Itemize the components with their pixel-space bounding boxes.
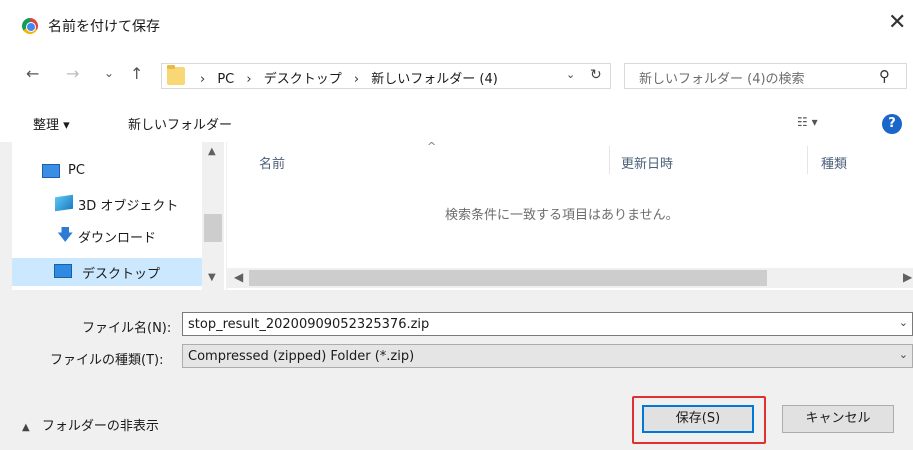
download-icon: 🡇: [57, 225, 74, 244]
scroll-down-icon[interactable]: ▼: [208, 272, 216, 283]
desktop-icon: [54, 264, 72, 278]
sidebar-item-label: PC: [68, 163, 85, 178]
search-icon[interactable]: ⚲: [879, 67, 890, 85]
sidebar-item-downloads[interactable]: 🡇 ダウンロード: [12, 222, 202, 250]
chevron-down-icon[interactable]: ⌄: [899, 348, 908, 361]
address-bar[interactable]: › PC › デスクトップ › 新しいフォルダー (4) ⌄ ↻: [161, 63, 611, 89]
sidebar-item-desktop[interactable]: デスクトップ: [12, 258, 212, 286]
computer-icon: [42, 164, 60, 178]
chevron-down-icon[interactable]: ⌄: [899, 316, 908, 329]
close-icon[interactable]: ✕: [888, 12, 906, 34]
scrollbar-thumb[interactable]: [249, 270, 767, 286]
cube-3d-icon: [55, 194, 73, 212]
column-header-modified[interactable]: 更新日時: [621, 153, 673, 172]
empty-folder-message: 検索条件に一致する項目はありません。: [445, 208, 679, 223]
breadcrumb: › PC › デスクトップ › 新しいフォルダー (4): [192, 68, 498, 87]
up-arrow-icon[interactable]: ↑: [130, 64, 143, 83]
breadcrumb-new-folder[interactable]: 新しいフォルダー (4): [371, 72, 498, 87]
organize-menu-button[interactable]: 整理 ▾: [33, 114, 70, 133]
scrollbar-thumb[interactable]: [204, 214, 222, 242]
cancel-button[interactable]: キャンセル: [782, 405, 894, 433]
scroll-left-icon[interactable]: ◀: [234, 270, 243, 284]
column-header-type[interactable]: 種類: [821, 153, 847, 172]
recent-locations-icon[interactable]: ⌄: [104, 66, 114, 80]
breadcrumb-separator-icon: ›: [246, 72, 252, 87]
command-toolbar: 整理 ▾ 新しいフォルダー ☷ ▾ ?: [0, 106, 913, 142]
forward-arrow-icon[interactable]: →: [66, 64, 79, 83]
filename-label: ファイル名(N):: [82, 321, 172, 336]
folder-icon: [167, 65, 185, 85]
file-list-horizontal-scrollbar[interactable]: ◀ ▶: [227, 268, 913, 288]
hide-folders-toggle[interactable]: ▲ フォルダーの非表示: [22, 415, 159, 434]
sidebar-item-label: ダウンロード: [78, 231, 157, 246]
sidebar-item-label: デスクトップ: [82, 267, 161, 282]
chrome-app-icon: [22, 18, 38, 34]
chevron-up-icon: ▲: [22, 422, 30, 433]
column-header-name[interactable]: 名前: [259, 153, 285, 172]
filename-value: stop_result_20200909052325376.zip: [188, 317, 430, 332]
breadcrumb-pc[interactable]: PC: [217, 72, 234, 87]
back-arrow-icon[interactable]: ←: [26, 64, 39, 83]
navigation-pane-scrollbar[interactable]: ▲ ▼: [202, 142, 224, 290]
view-options-icon[interactable]: ☷ ▾: [797, 115, 818, 129]
search-placeholder: 新しいフォルダー (4)の検索: [639, 72, 805, 87]
sidebar-item-label: 3D オブジェクト: [78, 199, 179, 214]
scroll-up-icon[interactable]: ▲: [208, 146, 216, 157]
hide-folders-label: フォルダーの非表示: [41, 419, 159, 434]
save-button[interactable]: 保存(S): [642, 405, 754, 433]
sidebar-item-3d-objects[interactable]: 3D オブジェクト: [12, 190, 202, 218]
breadcrumb-desktop[interactable]: デスクトップ: [264, 72, 342, 87]
filetype-value: Compressed (zipped) Folder (*.zip): [188, 349, 415, 364]
column-divider[interactable]: [807, 146, 808, 174]
sort-ascending-icon: ^: [427, 140, 437, 153]
navigation-pane: PC 3D オブジェクト 🡇 ダウンロード デスクトップ: [12, 142, 226, 290]
new-folder-button[interactable]: 新しいフォルダー: [128, 114, 232, 133]
scroll-right-icon[interactable]: ▶: [903, 270, 912, 284]
column-divider[interactable]: [609, 146, 610, 174]
breadcrumb-separator-icon: ›: [200, 72, 206, 87]
help-icon[interactable]: ?: [882, 114, 902, 134]
navigation-bar: ← → ⌄ ↑ › PC › デスクトップ › 新しいフォルダー (4) ⌄ ↻…: [0, 44, 913, 106]
filetype-label: ファイルの種類(T):: [50, 353, 164, 368]
filename-field[interactable]: stop_result_20200909052325376.zip ⌄: [182, 312, 913, 336]
file-list-pane: ^ 名前 更新日時 種類 検索条件に一致する項目はありません。 ◀ ▶: [227, 140, 913, 290]
refresh-icon[interactable]: ↻: [590, 67, 602, 83]
breadcrumb-separator-icon: ›: [353, 72, 360, 87]
title-bar: 名前を付けて保存 ✕: [0, 0, 913, 44]
sidebar-item-pc[interactable]: PC: [12, 158, 202, 186]
search-input[interactable]: 新しいフォルダー (4)の検索 ⚲: [624, 63, 907, 89]
window-title: 名前を付けて保存: [48, 19, 160, 35]
chevron-down-icon[interactable]: ⌄: [566, 68, 575, 81]
filetype-select[interactable]: Compressed (zipped) Folder (*.zip) ⌄: [182, 344, 913, 368]
